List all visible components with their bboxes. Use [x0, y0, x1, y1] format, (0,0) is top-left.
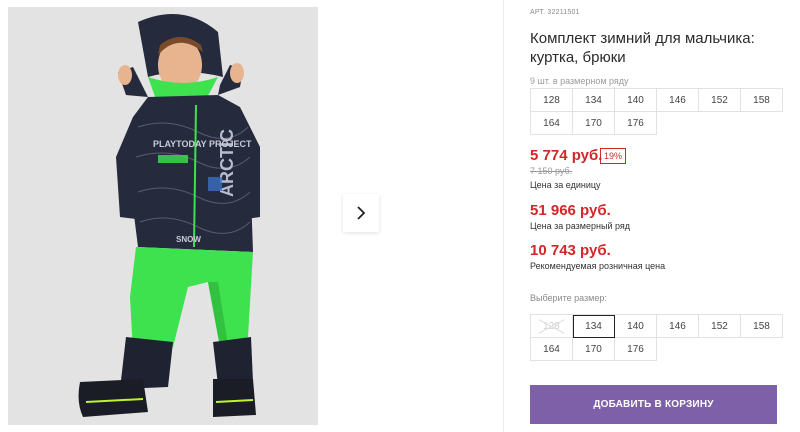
chevron-right-icon — [357, 206, 366, 220]
row-size-cell: 128 — [531, 89, 573, 112]
row-size-cell: 134 — [573, 89, 615, 112]
size-option[interactable]: 158 — [741, 315, 783, 338]
size-option-selected[interactable]: 134 — [573, 315, 615, 338]
size-option[interactable]: 140 — [615, 315, 657, 338]
row-size-cell: 158 — [741, 89, 783, 112]
size-option[interactable]: 170 — [573, 338, 615, 361]
product-photo-illustration: ARCTIC PLAYTODAY PROJECT SNOW — [8, 7, 318, 425]
rrp-price-label: Рекомендуемая розничная цена — [530, 261, 666, 271]
row-size-cell: 140 — [615, 89, 657, 112]
product-photo[interactable]: ARCTIC PLAYTODAY PROJECT SNOW — [8, 7, 318, 425]
row-price-label: Цена за размерный ряд — [530, 221, 631, 231]
photo-text-project: PLAYTODAY PROJECT — [153, 139, 252, 149]
next-image-button[interactable] — [343, 194, 379, 232]
add-to-cart-button[interactable]: ДОБАВИТЬ В КОРЗИНУ — [530, 385, 777, 424]
article-number: АРТ. 32211501 — [530, 9, 580, 16]
photo-text-snow: SNOW — [176, 235, 201, 244]
rrp-price: 10 743 руб. — [530, 242, 611, 259]
choose-size-label: Выберите размер: — [530, 293, 607, 303]
panel-divider — [503, 0, 504, 432]
product-gallery: ARCTIC PLAYTODAY PROJECT SNOW — [0, 0, 500, 432]
row-price: 51 966 руб. — [530, 202, 611, 219]
product-title: Комплект зимний для мальчика: куртка, бр… — [530, 30, 755, 66]
discount-badge: 19% — [600, 148, 627, 164]
row-size-cell: 164 — [531, 112, 573, 135]
size-selector: 128 134 140 146 152 158 164 170 176 — [530, 314, 783, 361]
unit-price-label: Цена за единицу — [530, 180, 601, 190]
size-row-grid: 128 134 140 146 152 158 164 170 176 — [530, 88, 783, 135]
unit-price: 5 774 руб. — [530, 147, 603, 164]
size-option-disabled: 128 — [531, 315, 573, 338]
row-size-cell: 176 — [615, 112, 657, 135]
size-option[interactable]: 164 — [531, 338, 573, 361]
size-option[interactable]: 152 — [699, 315, 741, 338]
row-size-cell: 152 — [699, 89, 741, 112]
row-size-cell: 146 — [657, 89, 699, 112]
size-option[interactable]: 146 — [657, 315, 699, 338]
row-size-cell: 170 — [573, 112, 615, 135]
old-price: 7 150 руб. — [530, 166, 573, 176]
size-option[interactable]: 176 — [615, 338, 657, 361]
size-row-note: 9 шт. в размерном ряду — [530, 76, 629, 86]
